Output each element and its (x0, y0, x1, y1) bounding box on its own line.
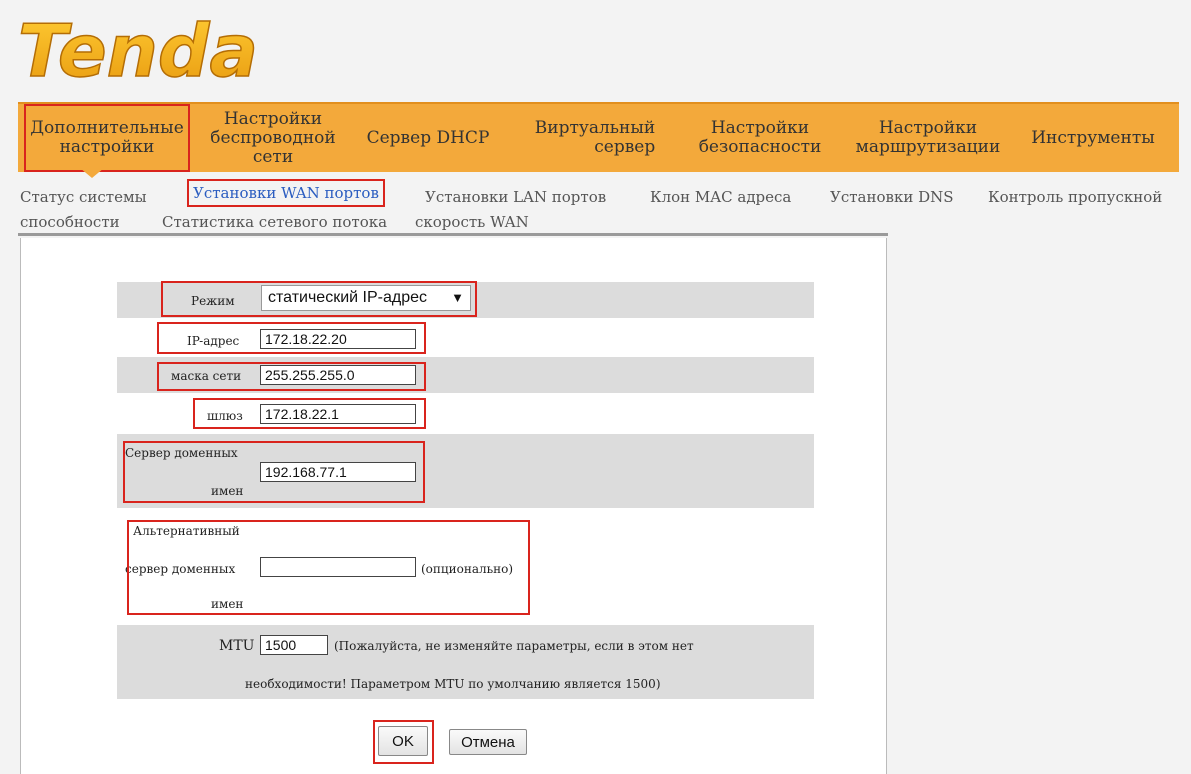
subnav-traffic-statistics[interactable]: Статистика сетевого потока (162, 213, 387, 231)
nav-tools[interactable]: Инструменты (1018, 104, 1168, 172)
dns-server-input[interactable] (260, 462, 416, 482)
nav-label: безопасности (698, 137, 822, 157)
alt-dns-server-input[interactable] (260, 557, 416, 577)
logo-text: Tenda (18, 10, 258, 90)
ip-label: IP-адрес (187, 334, 240, 348)
subnav-bandwidth-control-cont[interactable]: способности (20, 213, 120, 231)
nav-label: сервер (594, 137, 656, 157)
nav-security-settings[interactable]: Настройки безопасности (680, 104, 840, 172)
subnav-mac-clone[interactable]: Клон MAC адреса (650, 188, 791, 206)
nav-label: Дополнительные (30, 118, 184, 138)
subnav-dns-settings[interactable]: Установки DNS (830, 188, 954, 206)
nav-label: Инструменты (1031, 127, 1155, 148)
mtu-note-line2: необходимости! Параметром MTU по умолчан… (245, 677, 661, 691)
subnav-wan-speed[interactable]: скорость WAN (415, 213, 529, 231)
subnav-system-status[interactable]: Статус системы (20, 188, 147, 206)
tenda-logo: Tenda (17, 8, 338, 94)
mode-select-value: статический IP-адрес (268, 289, 427, 306)
nav-label: Настройки (223, 108, 323, 129)
ok-button[interactable]: OK (378, 726, 428, 756)
nav-label: Настройки (878, 118, 978, 138)
alt-dns-label-line1: Альтернативный (133, 524, 240, 538)
wan-settings-panel: Режим статический IP-адрес ▼ IP-адрес ма… (20, 238, 887, 774)
nav-virtual-server[interactable]: Виртуальный сервер (520, 104, 670, 172)
subnav-lan-settings[interactable]: Установки LAN портов (425, 188, 606, 206)
nav-dhcp-server[interactable]: Сервер DHCP (358, 104, 498, 172)
gateway-label: шлюз (207, 409, 243, 423)
subnet-mask-input[interactable] (260, 365, 416, 385)
nav-label: Сервер DHCP (366, 127, 490, 148)
nav-label: Виртуальный (534, 118, 656, 138)
nav-routing-settings[interactable]: Настройки маршрутизации (848, 104, 1008, 172)
nav-label: беспроводной (210, 127, 336, 148)
alt-dns-label-line3: имен (211, 597, 244, 611)
nav-pointer-icon (80, 168, 104, 178)
alt-dns-label-line2: сервер доменных (125, 562, 236, 576)
dropdown-arrow-icon: ▼ (451, 290, 464, 305)
nav-label: маршрутизации (855, 137, 1001, 157)
subnav-wan-settings[interactable]: Установки WAN портов (187, 179, 385, 207)
gateway-input[interactable] (260, 404, 416, 424)
mtu-note-line1: (Пожалуйста, не изменяйте параметры, есл… (334, 639, 694, 653)
main-nav: Дополнительные настройки Настройки беспров… (18, 102, 1179, 172)
dns-label-line1: Сервер доменных (125, 446, 238, 460)
alt-dns-optional-note: (опционально) (421, 562, 514, 576)
ip-address-input[interactable] (260, 329, 416, 349)
mode-label: Режим (191, 294, 235, 308)
nav-label: Настройки (710, 118, 810, 138)
nav-label: сети (252, 146, 294, 167)
nav-advanced-settings[interactable]: Дополнительные настройки (24, 104, 190, 172)
mtu-label: MTU (219, 638, 255, 654)
mask-label: маска сети (171, 369, 242, 383)
nav-wireless-settings[interactable]: Настройки беспроводной сети (198, 104, 348, 172)
subnav-divider (18, 233, 888, 236)
mtu-input[interactable] (260, 635, 328, 655)
nav-label: настройки (59, 137, 155, 157)
dns-label-line2: имен (211, 484, 244, 498)
mode-select[interactable]: статический IP-адрес ▼ (261, 285, 471, 311)
subnav-bandwidth-control[interactable]: Контроль пропускной (988, 188, 1162, 206)
cancel-button[interactable]: Отмена (449, 729, 527, 755)
